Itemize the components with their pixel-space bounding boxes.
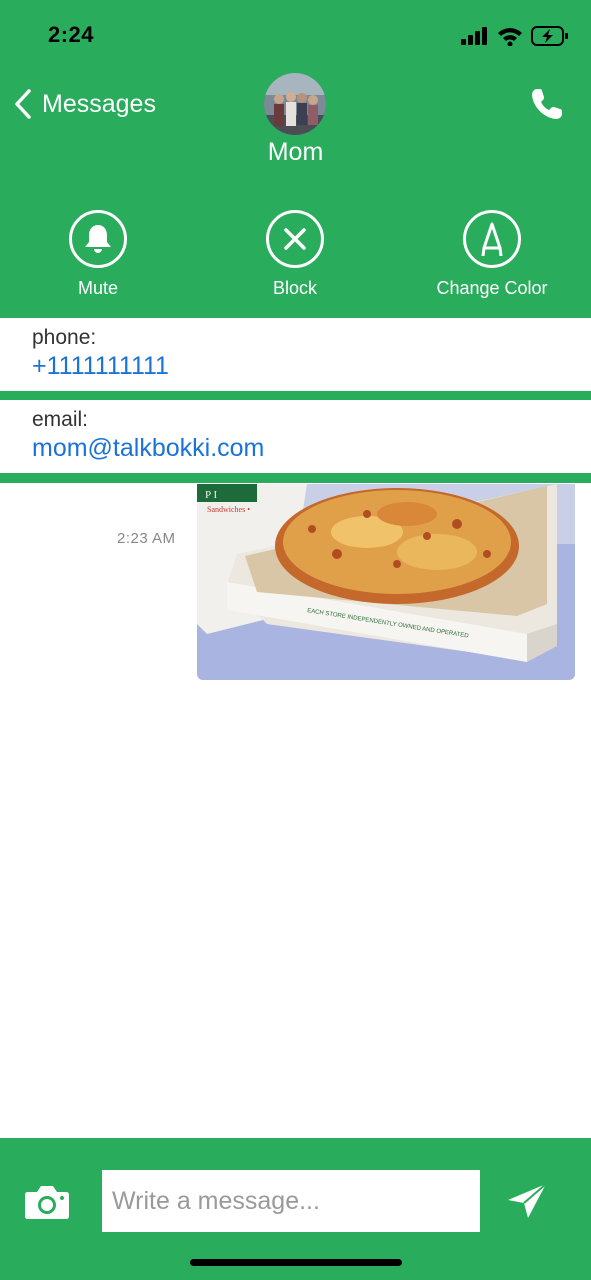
signal-icon	[461, 27, 487, 45]
status-time: 2:24	[48, 22, 95, 47]
phone-icon	[532, 89, 562, 119]
email-label: email:	[32, 408, 89, 431]
call-button[interactable]	[529, 86, 565, 122]
camera-button[interactable]	[24, 1184, 70, 1220]
mute-button[interactable]: Mute	[69, 210, 127, 299]
battery-charging-icon	[531, 26, 568, 46]
email-link[interactable]: mom@talkbokki.com	[32, 434, 264, 463]
message-timestamp: 2:23 AM	[117, 530, 176, 547]
conversation-header: 2:24 Messages Mom Mute Block Change Colo…	[0, 0, 591, 318]
mute-ring	[69, 210, 127, 268]
svg-text:P I: P I	[205, 489, 217, 501]
bell-icon	[85, 225, 111, 253]
contact-name: Mom	[267, 138, 324, 166]
phone-link[interactable]: +1111111111	[32, 352, 169, 381]
send-button[interactable]	[506, 1182, 548, 1220]
change-color-button[interactable]: Change Color	[432, 210, 552, 299]
message-input[interactable]	[102, 1170, 480, 1232]
chevron-left-icon	[15, 89, 31, 119]
change-color-ring	[463, 210, 521, 268]
avatar[interactable]	[264, 73, 326, 135]
status-icons	[461, 24, 569, 48]
back-button[interactable]: Messages	[12, 86, 156, 122]
phone-card: phone: +1111111111	[0, 318, 591, 391]
block-button[interactable]: Block	[266, 210, 324, 299]
divider	[0, 391, 591, 400]
home-indicator	[190, 1259, 402, 1266]
phone-label: phone:	[32, 326, 97, 349]
wifi-icon	[498, 28, 522, 46]
send-icon	[508, 1183, 547, 1218]
image-message[interactable]: P I Sandwiches • EACH STORE INDEPENDENTL…	[197, 484, 575, 680]
svg-text:Sandwiches •: Sandwiches •	[207, 505, 250, 514]
block-icon	[284, 228, 306, 250]
pen-icon	[481, 222, 503, 256]
pizza-photo: P I Sandwiches • EACH STORE INDEPENDENTL…	[197, 484, 575, 680]
divider	[0, 473, 591, 483]
block-label: Block	[272, 278, 317, 298]
back-label: Messages	[42, 89, 156, 118]
camera-icon	[25, 1186, 69, 1219]
avatar-photo	[264, 73, 326, 135]
block-ring	[266, 210, 324, 268]
email-card: email: mom@talkbokki.com	[0, 400, 591, 473]
mute-label: Mute	[77, 278, 119, 298]
change-color-label: Change Color	[436, 278, 548, 298]
